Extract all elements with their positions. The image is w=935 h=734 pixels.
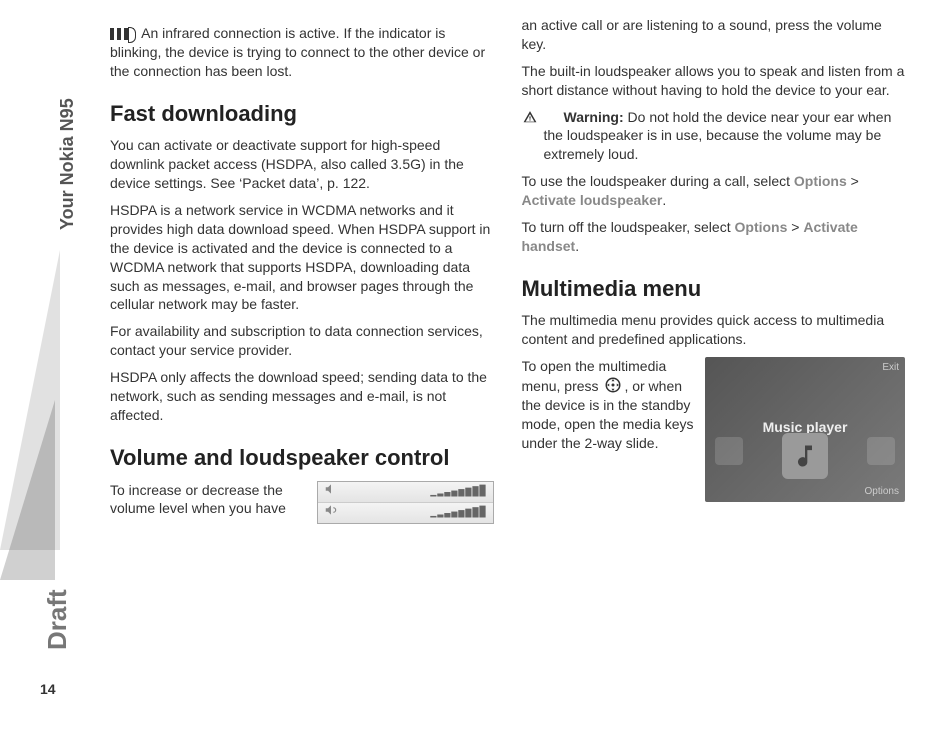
mm-right-tile <box>867 437 895 465</box>
infrared-icon <box>110 28 134 40</box>
volume-slider-small: ▁▂▃▄▅▆▇█ <box>318 482 493 503</box>
chapter-title: Your Nokia N95 <box>55 98 79 230</box>
mm-center-tile <box>782 433 828 479</box>
speaker-large-icon <box>324 503 338 522</box>
fast-p4: HSDPA only affects the download speed; s… <box>110 368 494 425</box>
dpad-icon <box>604 376 622 390</box>
multimedia-menu-figure: Exit Music player Options <box>705 357 905 502</box>
fast-p1: You can activate or deactivate support f… <box>110 136 494 193</box>
warning-label: Warning: <box>564 109 624 125</box>
fast-p3: For availability and subscription to dat… <box>110 322 494 360</box>
volume-continuation: an active call or are listening to a sou… <box>522 16 906 54</box>
draft-watermark: Draft <box>40 589 75 650</box>
loudspeaker-p1: The built-in loudspeaker allows you to s… <box>522 62 906 100</box>
activate-loudspeaker-label: Activate loudspeaker <box>522 192 663 208</box>
use-loudspeaker-paragraph: To use the loudspeaker during a call, se… <box>522 172 906 210</box>
mm-exit-label: Exit <box>882 361 899 375</box>
left-column: An infrared connection is active. If the… <box>110 16 494 530</box>
fast-p2: HSDPA is a network service in WCDMA netw… <box>110 201 494 314</box>
options-label: Options <box>735 219 788 235</box>
options-label: Options <box>794 173 847 189</box>
heading-volume: Volume and loudspeaker control <box>110 443 494 473</box>
multimedia-p1: The multimedia menu provides quick acces… <box>522 311 906 349</box>
infrared-paragraph: An infrared connection is active. If the… <box>110 24 494 81</box>
infrared-text: An infrared connection is active. If the… <box>110 25 485 79</box>
mm-options-label: Options <box>865 485 899 499</box>
warning-icon <box>544 110 560 124</box>
side-margin: Your Nokia N95 Draft <box>15 0 45 734</box>
mm-left-tile <box>715 437 743 465</box>
warning-block: Warning: Do not hold the device near you… <box>522 108 906 165</box>
music-note-icon <box>791 442 819 470</box>
volume-bars: ▁▂▃▄▅▆▇█ <box>430 506 486 520</box>
heading-multimedia-menu: Multimedia menu <box>522 274 906 304</box>
turn-off-loudspeaker-paragraph: To turn off the loudspeaker, select Opti… <box>522 218 906 256</box>
speaker-small-icon <box>324 482 338 501</box>
volume-bars: ▁▂▃▄▅▆▇█ <box>430 485 486 499</box>
right-column: an active call or are listening to a sou… <box>522 16 906 530</box>
page-number: 14 <box>40 680 56 699</box>
volume-slider-large: ▁▂▃▄▅▆▇█ <box>318 503 493 523</box>
heading-fast-downloading: Fast downloading <box>110 99 494 129</box>
volume-slider-figure: ▁▂▃▄▅▆▇█ ▁▂▃▄▅▆▇█ <box>317 481 494 524</box>
